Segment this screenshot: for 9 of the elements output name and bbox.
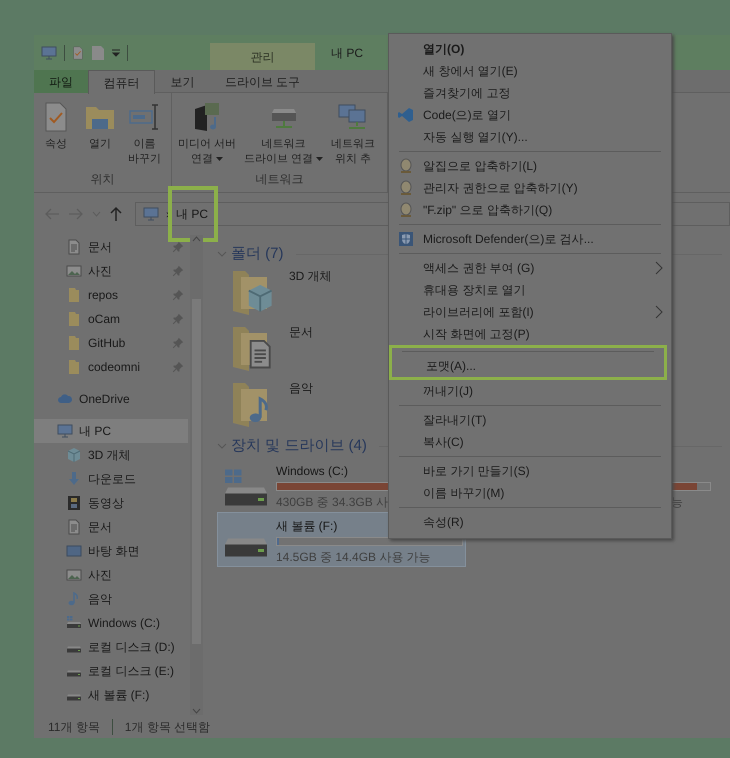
usage-text: 14.5GB 중 14.4GB 사용 가능	[276, 549, 431, 566]
status-text: 1개 항목 선택함	[124, 718, 210, 736]
group-label: 위치	[90, 171, 116, 188]
window-title: 내 PC	[330, 44, 364, 62]
group-label: 네트워크	[254, 171, 304, 188]
ribbon-context-header: 관리	[210, 43, 315, 70]
status-text: 11개 항목	[48, 718, 100, 736]
drive-label: Windows (C:)	[276, 463, 348, 480]
drive-label: 새 볼륨 (F:)	[276, 518, 338, 535]
